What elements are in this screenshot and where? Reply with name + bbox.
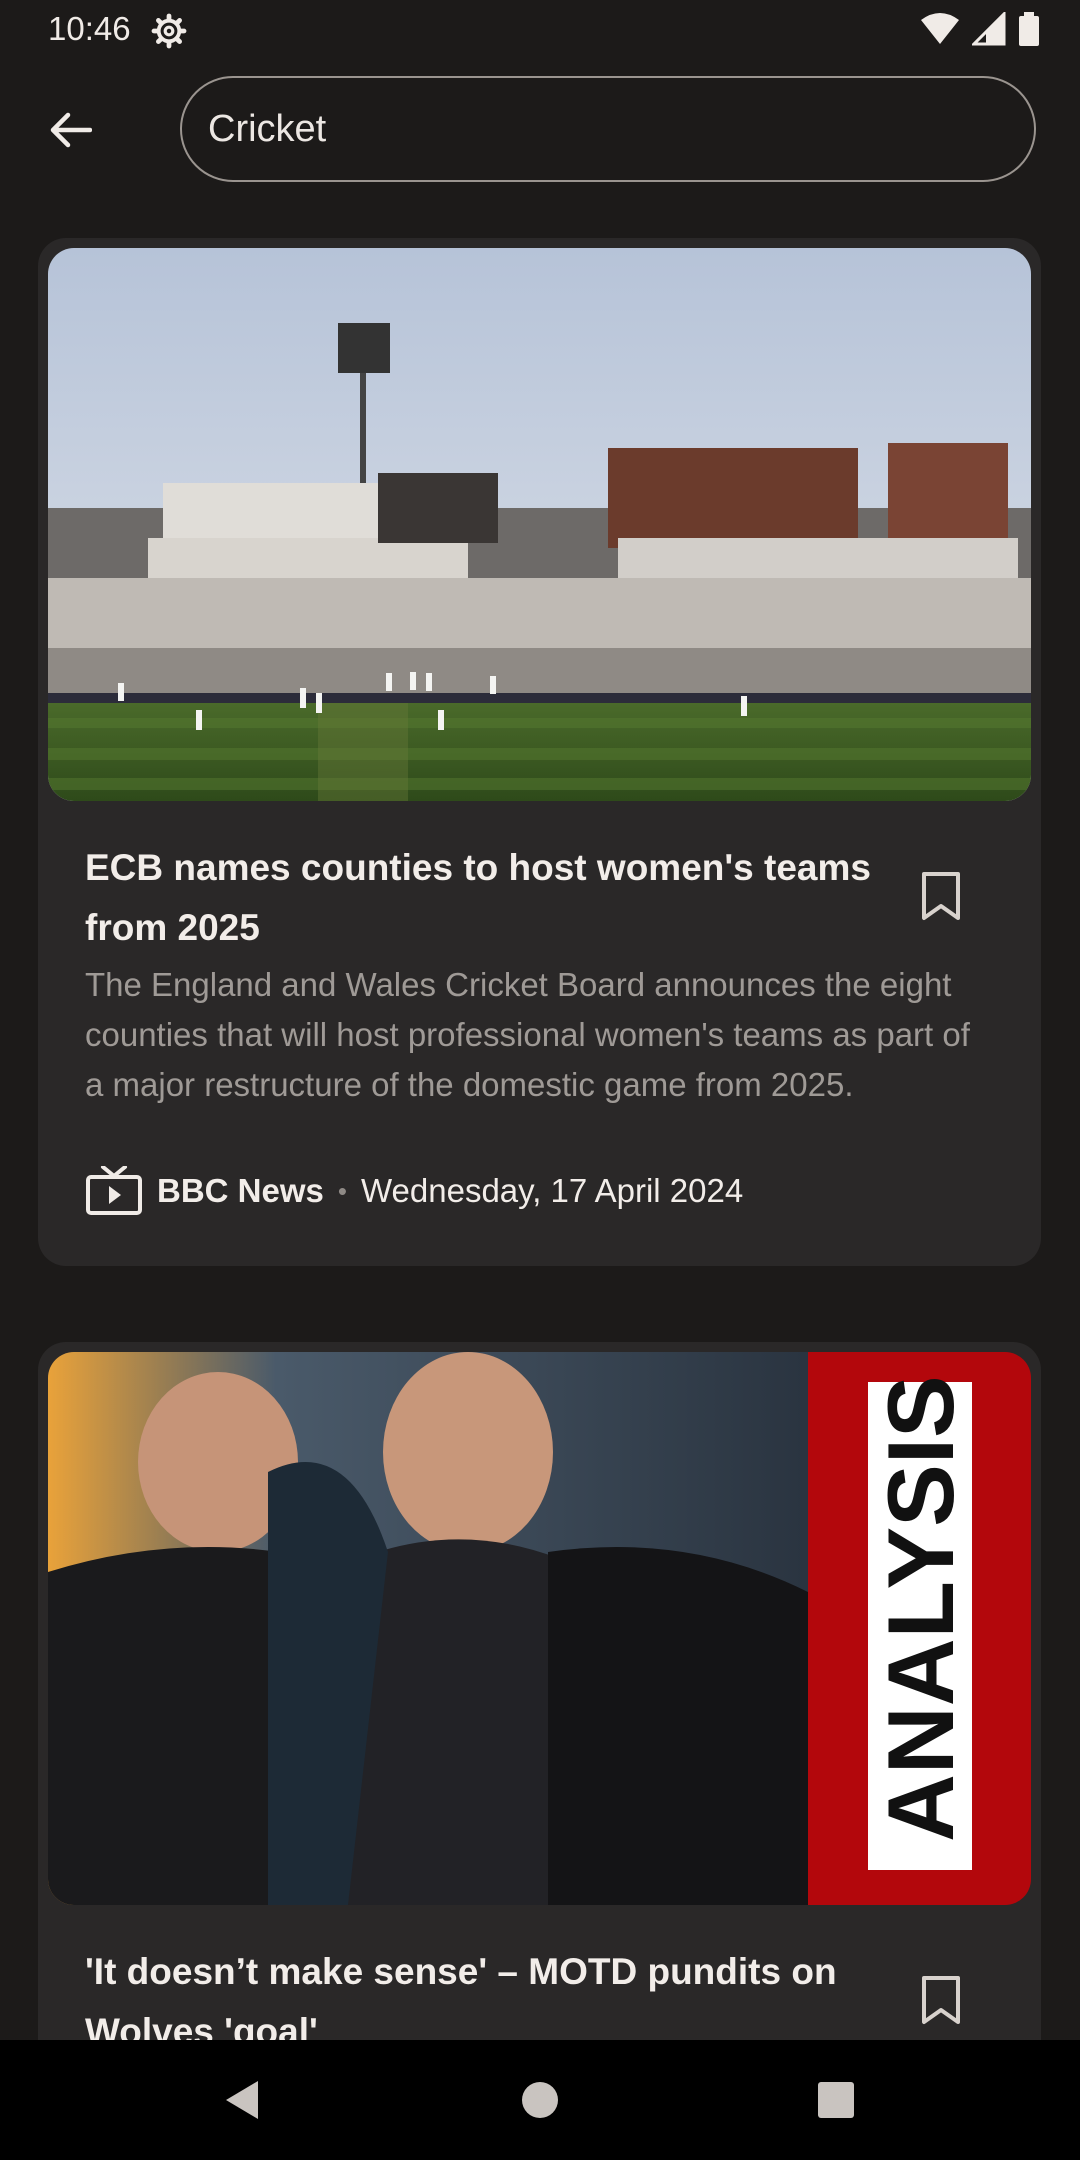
navigation-bar — [0, 2040, 1080, 2160]
article-date: Wednesday, 17 April 2024 — [360, 1172, 744, 1209]
wifi-icon — [921, 13, 959, 44]
back-triangle-icon — [226, 2081, 258, 2119]
cricket-stadium-photo — [48, 248, 1031, 801]
article-title[interactable]: ECB names counties to host women's teams… — [85, 838, 885, 958]
recents-square-icon — [818, 2082, 854, 2118]
article-source: BBC News — [157, 1172, 324, 1209]
bookmark-button[interactable] — [919, 870, 963, 922]
nav-back-button[interactable] — [212, 2070, 272, 2130]
football-referee-analysis-photo: ANALYSIS — [48, 1352, 1031, 1905]
home-circle-icon — [522, 2082, 558, 2118]
meta-separator: • — [337, 1175, 347, 1206]
settings-gear-icon — [151, 13, 187, 49]
nav-recents-button[interactable] — [806, 2070, 866, 2130]
analysis-overlay-text: ANALYSIS — [868, 1375, 973, 1842]
status-icons — [920, 12, 1040, 46]
status-bar: 10:46 — [0, 0, 1080, 60]
status-time: 10:46 — [48, 10, 131, 47]
nav-home-button[interactable] — [510, 2070, 570, 2130]
article-description: The England and Wales Cricket Board anno… — [85, 966, 970, 1103]
signal-icon — [972, 12, 1006, 46]
bookmark-icon — [922, 1976, 960, 2024]
search-box[interactable] — [180, 76, 1036, 182]
search-input[interactable] — [206, 106, 990, 152]
battery-icon — [1019, 12, 1039, 46]
back-button[interactable] — [40, 100, 100, 160]
tv-news-icon — [86, 1166, 142, 1215]
article-image — [48, 248, 1031, 801]
article-card[interactable]: ANALYSIS 'It doesn’t make sense' – MOTD … — [38, 1342, 1041, 2160]
article-image: ANALYSIS — [48, 1352, 1031, 1905]
bookmark-icon — [922, 872, 960, 920]
article-meta: BBC News • Wednesday, 17 April 2024 — [85, 1163, 743, 1219]
bookmark-button[interactable] — [919, 1974, 963, 2026]
screen: 10:46 Cricket ECB names counties to host… — [0, 0, 1080, 2160]
arrow-back-icon — [50, 112, 92, 148]
article-card[interactable]: ECB names counties to host women's teams… — [38, 238, 1041, 1266]
